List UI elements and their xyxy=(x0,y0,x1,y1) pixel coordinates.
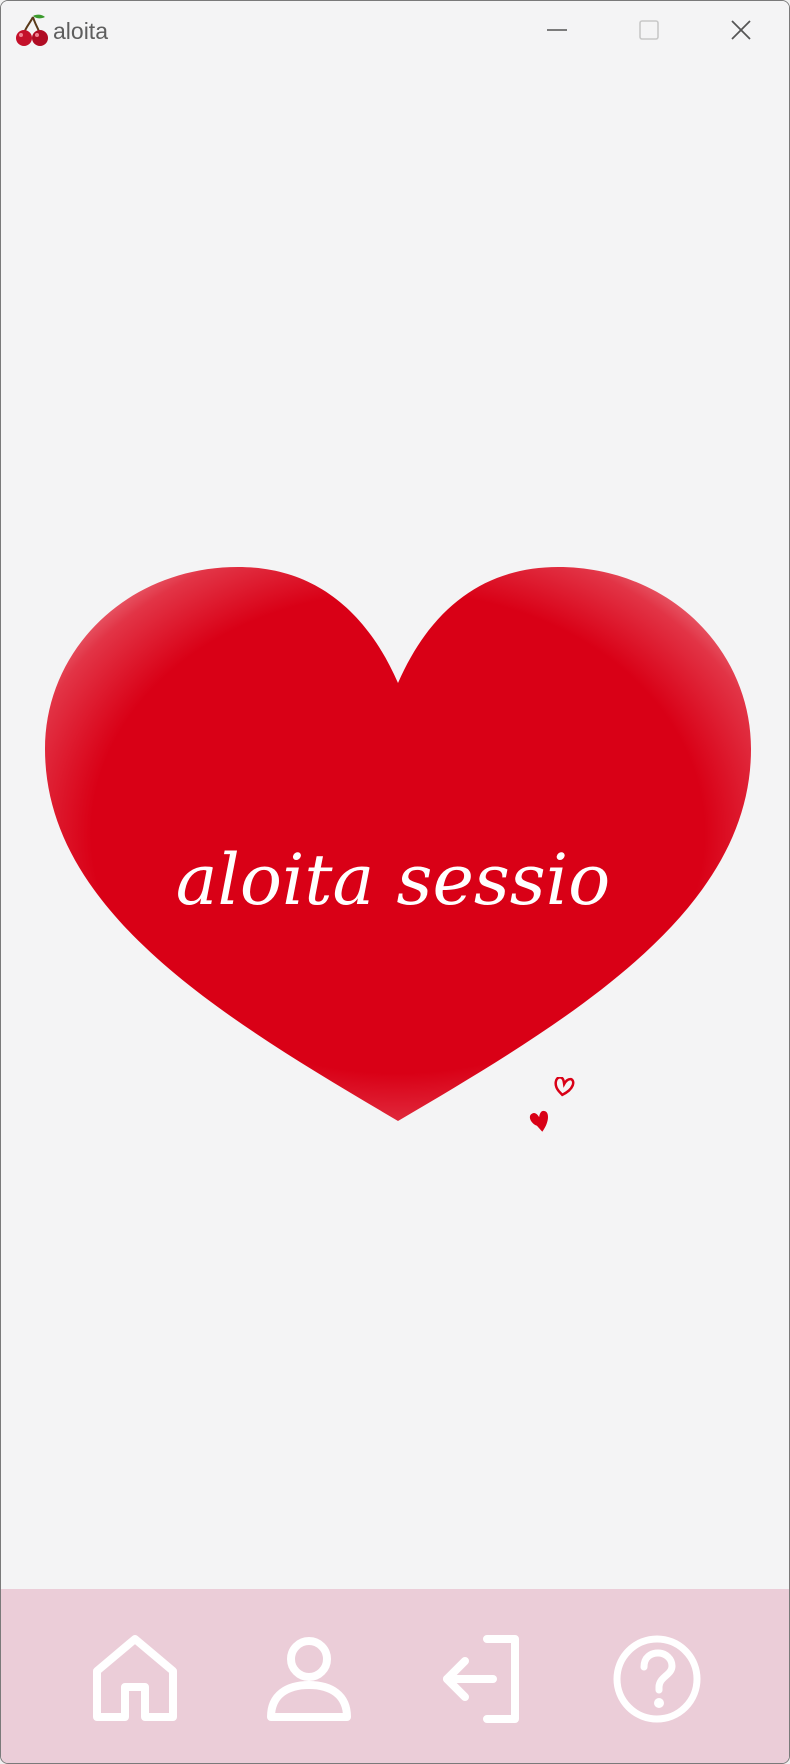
minimize-button[interactable] xyxy=(511,1,603,59)
bottom-navigation xyxy=(1,1589,789,1763)
help-button[interactable] xyxy=(609,1631,705,1727)
maximize-button[interactable] xyxy=(603,1,695,59)
title-bar[interactable]: aloita xyxy=(1,1,789,59)
window-title: aloita xyxy=(53,18,108,44)
close-icon xyxy=(731,20,751,40)
minimize-icon xyxy=(547,29,567,31)
start-session-label: aloita sessio xyxy=(175,839,611,921)
help-icon xyxy=(613,1635,701,1723)
maximize-icon xyxy=(639,20,659,40)
profile-button[interactable] xyxy=(261,1631,357,1727)
user-icon xyxy=(267,1637,351,1721)
close-button[interactable] xyxy=(695,1,787,59)
logout-button[interactable] xyxy=(435,1631,531,1727)
small-hearts-icon xyxy=(526,1075,586,1139)
cherry-icon xyxy=(14,13,50,47)
logout-icon xyxy=(443,1635,519,1723)
app-window: aloita aloita sessio xyxy=(0,0,790,1764)
home-button[interactable] xyxy=(87,1631,183,1727)
home-icon xyxy=(93,1635,177,1721)
